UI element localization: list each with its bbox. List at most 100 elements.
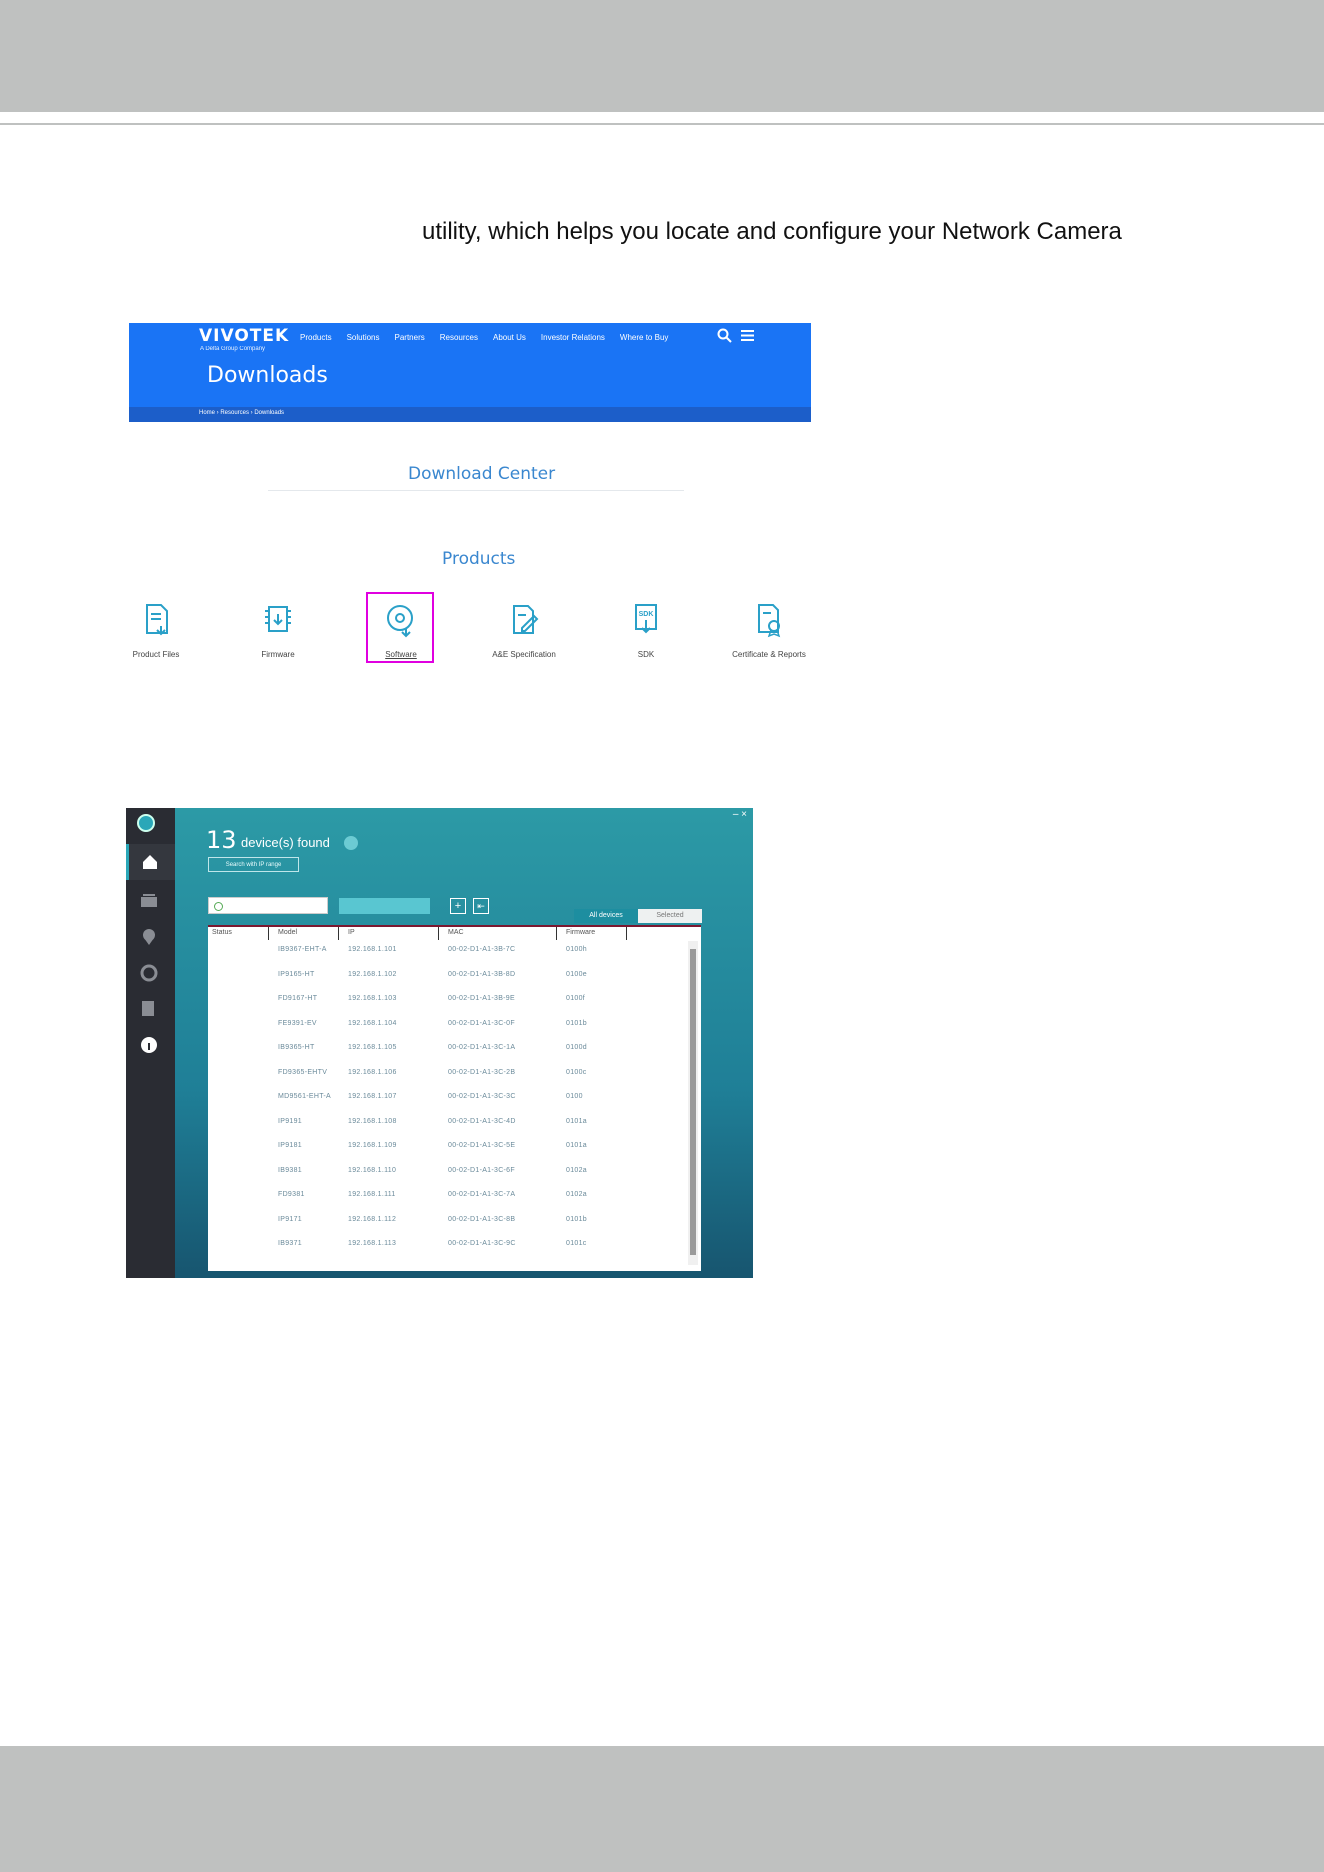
- table-row[interactable]: IP9191 192.168.1.108 00-02-D1-A1-3C-4D 0101…: [208, 1113, 688, 1137]
- category-firmware[interactable]: Firmware: [223, 602, 333, 659]
- vivotek-logo[interactable]: VIVOTEK: [199, 326, 289, 346]
- document-edit-icon: [513, 605, 539, 634]
- sidebar-item-home[interactable]: [126, 844, 175, 880]
- table-row[interactable]: IB9371 192.168.1.113 00-02-D1-A1-3C-9C 0101…: [208, 1235, 688, 1259]
- window-controls[interactable]: – ×: [733, 809, 747, 820]
- cell-ip: 192.168.1.110: [348, 1166, 397, 1174]
- menu-icon[interactable]: [741, 330, 754, 341]
- devices-icon[interactable]: [140, 892, 158, 910]
- cell-ip: 192.168.1.112: [348, 1215, 397, 1223]
- column-header-mac[interactable]: MAC: [448, 929, 464, 936]
- nav-item-about-us[interactable]: About Us: [493, 333, 526, 342]
- cell-fw: 0102a: [566, 1166, 587, 1174]
- cell-mac: 00-02-D1-A1-3C-3C: [448, 1093, 516, 1100]
- cell-mac: 00-02-D1-A1-3B-8D: [448, 970, 516, 978]
- cell-model: IB9365-HT: [278, 1044, 315, 1051]
- cell-model: FD9167-HT: [278, 995, 318, 1002]
- scrollbar-thumb[interactable]: [690, 949, 696, 1255]
- shepherd-app-window: – × 13 device(s) found Search with IP ra…: [126, 808, 753, 1278]
- nav-item-partners[interactable]: Partners: [395, 333, 425, 342]
- cell-ip: 192.168.1.104: [348, 1019, 397, 1027]
- add-device-button[interactable]: +: [450, 898, 466, 914]
- table-row[interactable]: IP9171 192.168.1.112 00-02-D1-A1-3C-8B 0101…: [208, 1211, 688, 1235]
- cell-mac: 00-02-D1-A1-3C-6F: [448, 1166, 515, 1174]
- nav-item-solutions[interactable]: Solutions: [347, 333, 380, 342]
- search-icon: [214, 902, 223, 911]
- category-certificate-reports[interactable]: Certificate & Reports: [714, 602, 824, 659]
- certificate-icon: [758, 604, 781, 638]
- breadcrumb-text[interactable]: Home › Resources › Downloads: [199, 410, 284, 416]
- location-icon[interactable]: [140, 928, 158, 946]
- table-row[interactable]: MD9561-EHT-A 192.168.1.107 00-02-D1-A1-3C-…: [208, 1088, 688, 1112]
- app-logo: [137, 814, 155, 832]
- cell-fw: 0100e: [566, 970, 587, 978]
- category-product-files[interactable]: Product Files: [101, 602, 211, 659]
- cell-model: FE9391-EV: [278, 1019, 317, 1027]
- table-row[interactable]: IB9367-EHT-A 192.168.1.101 00-02-D1-A1-3B-…: [208, 941, 688, 965]
- search-icon[interactable]: [717, 328, 732, 343]
- table-row[interactable]: FD9381 192.168.1.111 00-02-D1-A1-3C-7A 0102…: [208, 1186, 688, 1210]
- tab-selected[interactable]: Selected: [638, 909, 702, 923]
- cell-model: IP9165-HT: [278, 970, 315, 978]
- filter-input[interactable]: [208, 897, 328, 914]
- column-header-status[interactable]: Status: [212, 929, 232, 936]
- cell-fw: 0100f: [566, 995, 586, 1002]
- cell-fw: 0100: [566, 1093, 583, 1100]
- cell-ip: 192.168.1.105: [348, 1044, 397, 1051]
- nav-item-products[interactable]: Products: [300, 333, 332, 342]
- export-button[interactable]: ⇤: [473, 898, 489, 914]
- cell-fw: 0101a: [566, 1142, 587, 1149]
- document-download-icon: [146, 604, 168, 636]
- website-nav: Products Solutions Partners Resources Ab…: [300, 333, 668, 342]
- cell-fw: 0100c: [566, 1068, 587, 1076]
- cell-mac: 00-02-D1-A1-3C-1A: [448, 1044, 516, 1051]
- sdk-download-icon: SDK: [635, 604, 657, 634]
- cell-mac: 00-02-D1-A1-3C-0F: [448, 1019, 515, 1027]
- cell-model: IB9371: [278, 1240, 302, 1247]
- category-ae-specification[interactable]: A&E Specification: [469, 602, 579, 659]
- table-row[interactable]: FD9167-HT 192.168.1.103 00-02-D1-A1-3B-9E 0…: [208, 990, 688, 1014]
- software-highlight-box: [366, 592, 434, 663]
- report-icon[interactable]: [140, 1000, 158, 1018]
- cell-ip: 192.168.1.106: [348, 1068, 397, 1076]
- action-button[interactable]: [339, 898, 430, 914]
- table-row[interactable]: IB9381 192.168.1.110 00-02-D1-A1-3C-6F 0102…: [208, 1162, 688, 1186]
- column-header-firmware[interactable]: Firmware: [566, 929, 595, 936]
- table-row[interactable]: FD9365-EHTV 192.168.1.106 00-02-D1-A1-3C-2…: [208, 1064, 688, 1088]
- info-icon[interactable]: [140, 1036, 158, 1054]
- sync-icon[interactable]: [140, 964, 158, 982]
- nav-item-resources[interactable]: Resources: [440, 333, 478, 342]
- cell-fw: 0101a: [566, 1117, 587, 1125]
- table-row[interactable]: IP9181 192.168.1.109 00-02-D1-A1-3C-5E 0101…: [208, 1137, 688, 1161]
- category-sdk[interactable]: SDK SDK: [591, 602, 701, 659]
- cell-ip: 192.168.1.107: [348, 1093, 397, 1100]
- page-title: Downloads: [207, 363, 328, 388]
- chip-download-icon: [265, 606, 291, 632]
- table-row[interactable]: IB9365-HT 192.168.1.105 00-02-D1-A1-3C-1A 0…: [208, 1039, 688, 1063]
- cell-fw: 0101b: [566, 1019, 587, 1027]
- cell-mac: 00-02-D1-A1-3C-9C: [448, 1240, 516, 1247]
- cell-model: MD9561-EHT-A: [278, 1093, 332, 1100]
- search-ip-range-button[interactable]: Search with IP range: [208, 857, 299, 872]
- cell-mac: 00-02-D1-A1-3B-9E: [448, 995, 515, 1002]
- products-heading: Products: [442, 549, 516, 569]
- table-row[interactable]: FE9391-EV 192.168.1.104 00-02-D1-A1-3C-0F 0…: [208, 1015, 688, 1039]
- cell-model: IP9181: [278, 1142, 302, 1149]
- cell-mac: 00-02-D1-A1-3C-4D: [448, 1117, 516, 1125]
- cell-fw: 0100h: [566, 946, 587, 953]
- nav-item-investor-relations[interactable]: Investor Relations: [541, 333, 605, 342]
- table-row[interactable]: IP9165-HT 192.168.1.102 00-02-D1-A1-3B-8D 0…: [208, 966, 688, 990]
- nav-item-where-to-buy[interactable]: Where to Buy: [620, 333, 668, 342]
- tab-all-devices[interactable]: All devices: [574, 909, 638, 923]
- cell-model: IP9191: [278, 1117, 302, 1125]
- cell-ip: 192.168.1.101: [348, 946, 397, 953]
- divider: [268, 490, 684, 491]
- column-header-ip[interactable]: IP: [348, 929, 355, 936]
- svg-text:SDK: SDK: [639, 611, 654, 618]
- cell-ip: 192.168.1.108: [348, 1117, 397, 1125]
- website-banner: VIVOTEK A Delta Group Company Products S…: [129, 323, 811, 422]
- column-header-model[interactable]: Model: [278, 929, 297, 936]
- intro-text: utility, which helps you locate and conf…: [422, 218, 1122, 245]
- refresh-icon[interactable]: [344, 836, 358, 850]
- home-icon: [143, 855, 157, 869]
